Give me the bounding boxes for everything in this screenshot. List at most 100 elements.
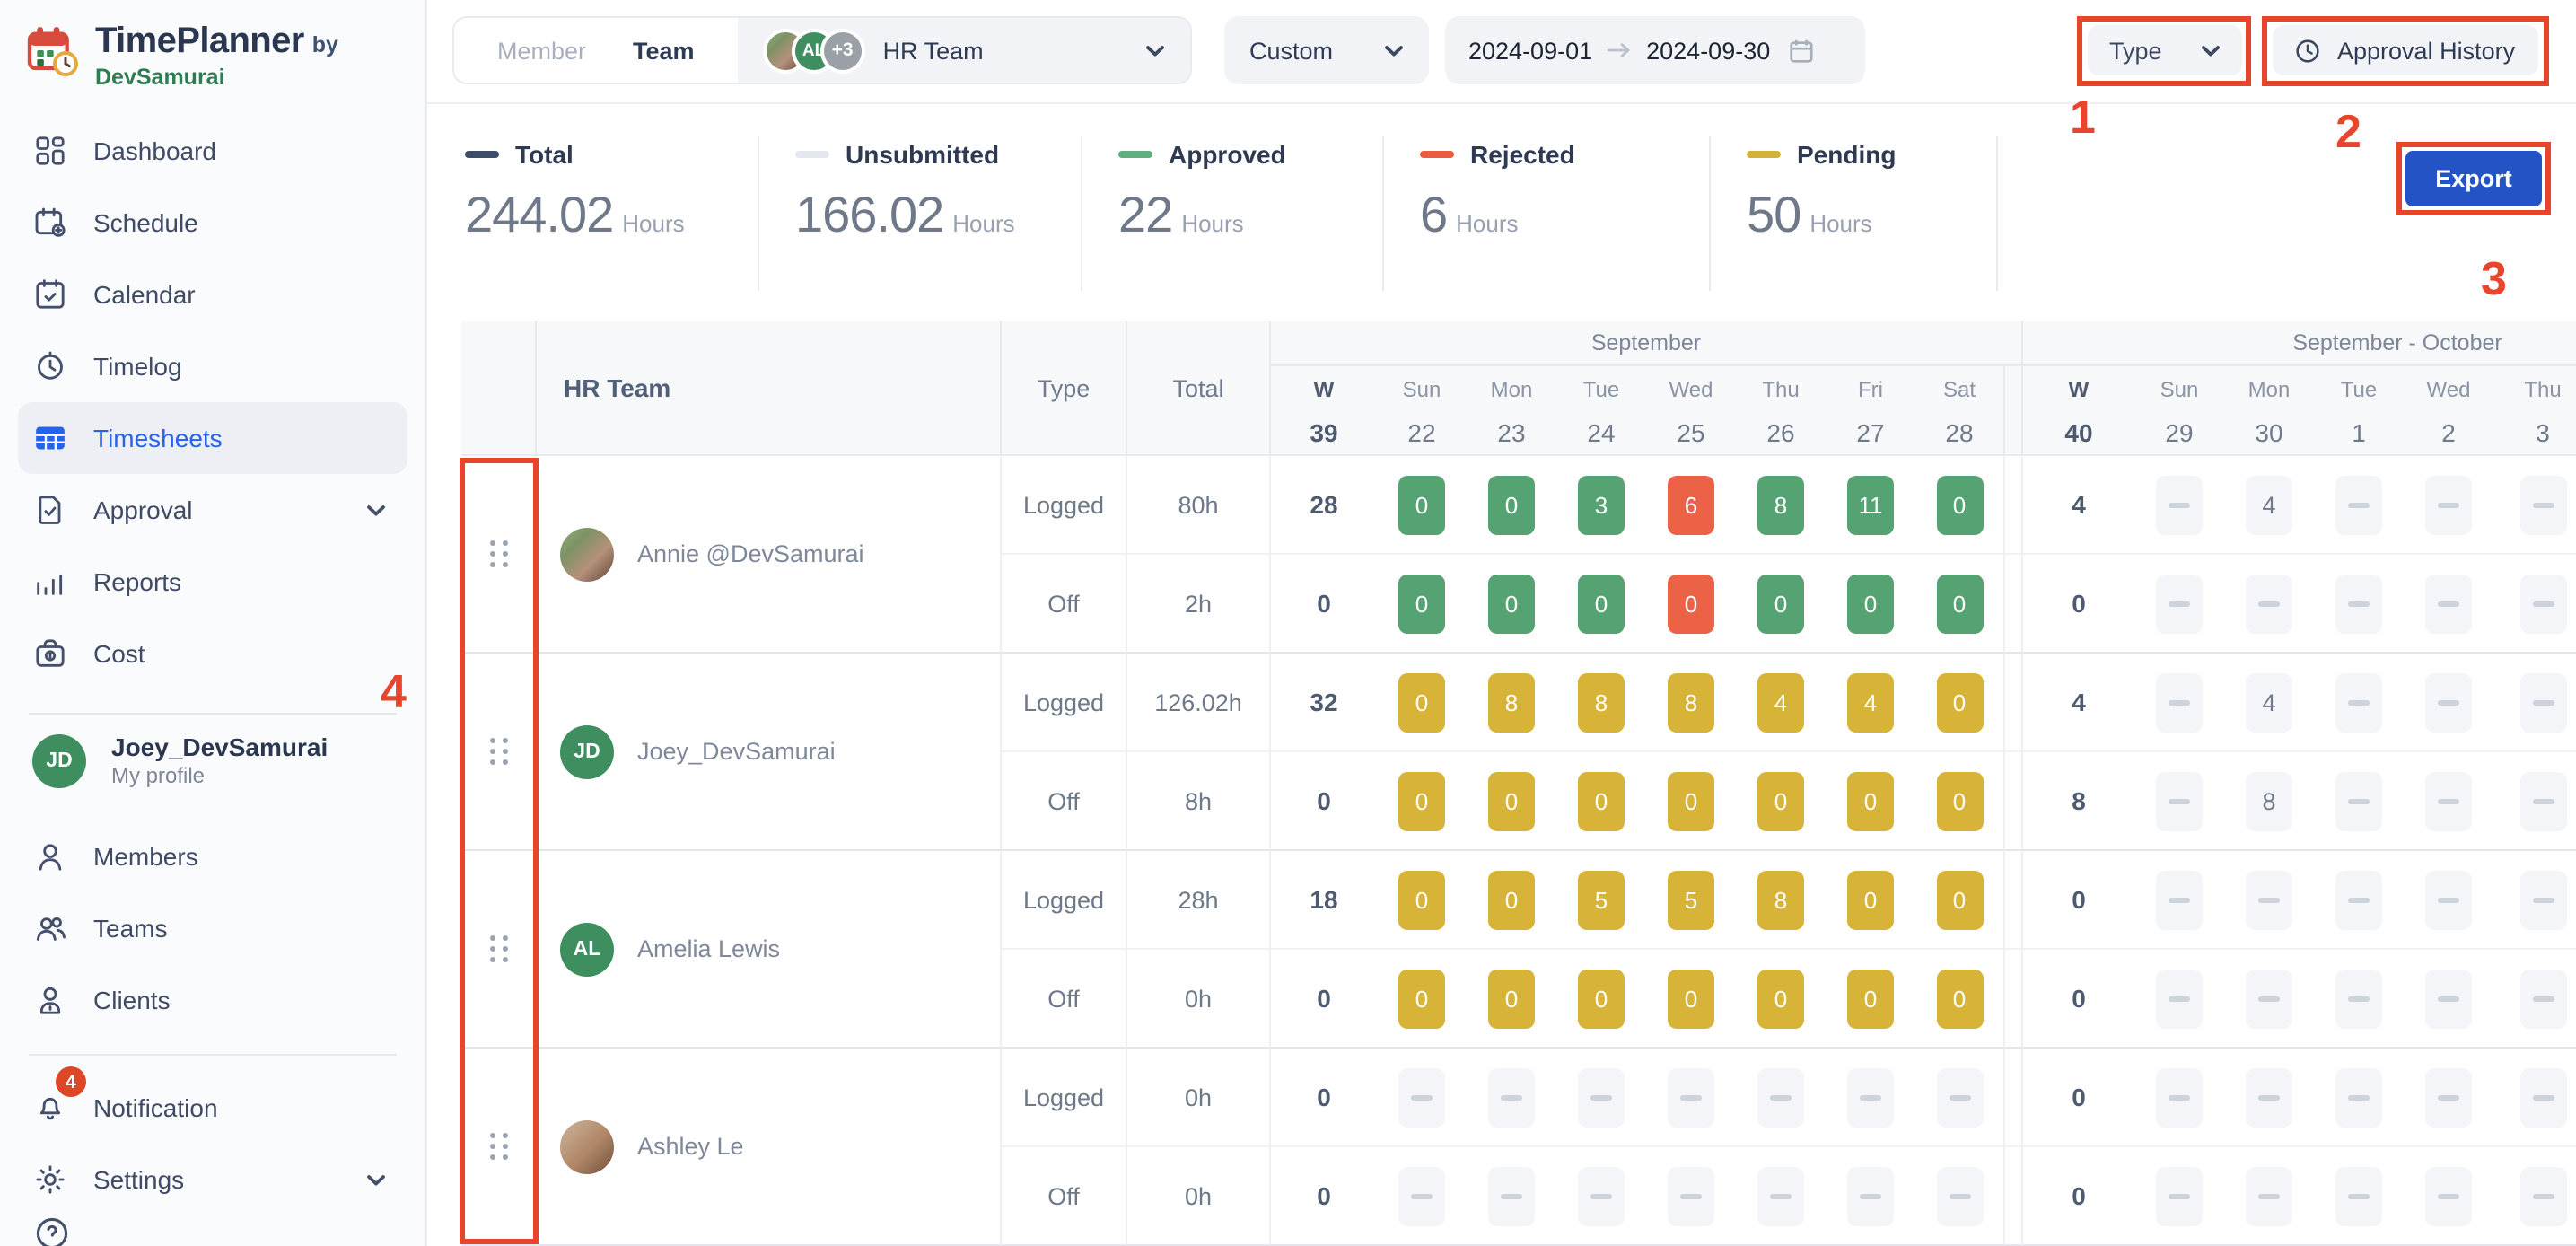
- sidebar-item-members[interactable]: Members: [18, 820, 407, 892]
- date-range-picker[interactable]: 2024-09-01 2024-09-30: [1445, 16, 1865, 84]
- hours-chip-empty[interactable]: [1936, 1067, 1983, 1127]
- hours-chip-pending[interactable]: 0: [1757, 969, 1804, 1028]
- hours-chip-pending[interactable]: 0: [1847, 870, 1894, 929]
- hours-chip-empty[interactable]: [2335, 475, 2382, 534]
- hours-chip-empty[interactable]: [2425, 475, 2472, 534]
- hours-chip-empty[interactable]: [2425, 574, 2472, 633]
- app-logo[interactable]: TimePlanner by DevSamurai: [25, 22, 425, 93]
- hours-chip-empty[interactable]: [1668, 1067, 1714, 1127]
- hours-chip-empty[interactable]: [2246, 969, 2292, 1028]
- hours-chip-empty[interactable]: [2246, 1166, 2292, 1225]
- hours-chip-empty[interactable]: [2425, 969, 2472, 1028]
- range-preset-select[interactable]: Custom: [1224, 16, 1429, 84]
- hours-chip-empty[interactable]: [2246, 574, 2292, 633]
- hours-chip-pending[interactable]: 5: [1668, 870, 1714, 929]
- drag-handle[interactable]: [489, 1133, 507, 1160]
- view-toggle-team[interactable]: Team: [633, 37, 695, 64]
- sidebar-item-calendar[interactable]: Calendar: [18, 259, 407, 330]
- hours-chip-empty[interactable]: [1757, 1166, 1804, 1225]
- hours-chip-empty[interactable]: [2335, 1166, 2382, 1225]
- hours-chip-pending[interactable]: 8: [1757, 870, 1804, 929]
- hours-chip-approved[interactable]: 0: [1398, 475, 1445, 534]
- hours-chip-empty[interactable]: [2519, 574, 2566, 633]
- hours-chip-empty[interactable]: [1847, 1067, 1894, 1127]
- hours-chip-empty[interactable]: [2519, 771, 2566, 830]
- hours-chip-approved[interactable]: 0: [1757, 574, 1804, 633]
- hours-chip-empty[interactable]: [1757, 1067, 1804, 1127]
- hours-chip-pending[interactable]: 0: [1488, 969, 1535, 1028]
- hours-chip-empty[interactable]: [2519, 672, 2566, 732]
- hours-chip-approved[interactable]: 0: [1398, 574, 1445, 633]
- hours-chip-pending[interactable]: 5: [1578, 870, 1625, 929]
- sidebar-item-notification[interactable]: 4Notification: [18, 1072, 407, 1144]
- hours-chip-pending[interactable]: 0: [1488, 870, 1535, 929]
- team-selector[interactable]: AL +3 HR Team: [738, 18, 1190, 83]
- member-cell[interactable]: Ashley Le: [537, 1049, 1002, 1246]
- member-cell[interactable]: ALAmelia Lewis: [537, 851, 1002, 1049]
- hours-chip-empty[interactable]: [2156, 771, 2203, 830]
- hours-chip-pending[interactable]: 8: [1578, 672, 1625, 732]
- hours-chip-empty[interactable]: [1488, 1067, 1535, 1127]
- hours-chip-approved[interactable]: 11: [1847, 475, 1894, 534]
- sidebar-item-timesheets[interactable]: Timesheets: [18, 402, 407, 474]
- hours-chip-empty[interactable]: [1936, 1166, 1983, 1225]
- sidebar-item-reports[interactable]: Reports: [18, 546, 407, 618]
- hours-chip-pending[interactable]: 0: [1936, 771, 1983, 830]
- hours-chip-pending[interactable]: 0: [1936, 969, 1983, 1028]
- hours-chip-empty[interactable]: [2335, 969, 2382, 1028]
- hours-chip-empty[interactable]: [2425, 870, 2472, 929]
- date-start[interactable]: 2024-09-01: [1468, 37, 1592, 64]
- hours-chip-approved[interactable]: 3: [1578, 475, 1625, 534]
- hours-chip-pending[interactable]: 0: [1668, 969, 1714, 1028]
- hours-chip-approved[interactable]: 0: [1847, 574, 1894, 633]
- hours-chip-empty[interactable]: [1488, 1166, 1535, 1225]
- hours-chip-empty[interactable]: [1398, 1166, 1445, 1225]
- hours-chip-approved[interactable]: 0: [1488, 574, 1535, 633]
- hours-chip-rejected[interactable]: 0: [1668, 574, 1714, 633]
- hours-chip-empty[interactable]: [2156, 1067, 2203, 1127]
- hours-chip-pending[interactable]: 0: [1757, 771, 1804, 830]
- hours-chip-approved[interactable]: 0: [1488, 475, 1535, 534]
- hours-chip-empty[interactable]: [2519, 969, 2566, 1028]
- hours-chip-number[interactable]: 8: [2246, 771, 2292, 830]
- hours-chip-pending[interactable]: 0: [1936, 870, 1983, 929]
- export-button[interactable]: Export: [2405, 151, 2542, 206]
- sidebar-item-dashboard[interactable]: Dashboard: [18, 115, 407, 187]
- hours-chip-pending[interactable]: 0: [1398, 870, 1445, 929]
- hours-chip-empty[interactable]: [2246, 870, 2292, 929]
- view-toggle-member[interactable]: Member: [497, 37, 586, 64]
- hours-chip-pending[interactable]: 4: [1847, 672, 1894, 732]
- sidebar-item-teams[interactable]: Teams: [18, 892, 407, 964]
- hours-chip-empty[interactable]: [2519, 1067, 2566, 1127]
- hours-chip-empty[interactable]: [2425, 1166, 2472, 1225]
- hours-chip-pending[interactable]: 0: [1488, 771, 1535, 830]
- hours-chip-empty[interactable]: [1398, 1067, 1445, 1127]
- drag-handle[interactable]: [489, 738, 507, 765]
- hours-chip-empty[interactable]: [2425, 672, 2472, 732]
- drag-handle[interactable]: [489, 935, 507, 962]
- hours-chip-approved[interactable]: 0: [1936, 475, 1983, 534]
- hours-chip-pending[interactable]: 0: [1398, 771, 1445, 830]
- hours-chip-empty[interactable]: [2156, 672, 2203, 732]
- hours-chip-pending[interactable]: 0: [1936, 672, 1983, 732]
- member-cell[interactable]: Annie @DevSamurai: [537, 456, 1002, 654]
- hours-chip-empty[interactable]: [2156, 870, 2203, 929]
- hours-chip-empty[interactable]: [2335, 574, 2382, 633]
- hours-chip-empty[interactable]: [1668, 1166, 1714, 1225]
- hours-chip-empty[interactable]: [2425, 771, 2472, 830]
- hours-chip-pending[interactable]: 4: [1757, 672, 1804, 732]
- hours-chip-empty[interactable]: [1578, 1166, 1625, 1225]
- hours-chip-empty[interactable]: [1578, 1067, 1625, 1127]
- sidebar-item-settings[interactable]: Settings: [18, 1144, 407, 1215]
- hours-chip-pending[interactable]: 0: [1668, 771, 1714, 830]
- approval-history-button[interactable]: Approval History: [2273, 25, 2538, 75]
- hours-chip-empty[interactable]: [2246, 1067, 2292, 1127]
- sidebar-item-timelog[interactable]: Timelog: [18, 330, 407, 402]
- sidebar-item-clients[interactable]: Clients: [18, 964, 407, 1036]
- hours-chip-approved[interactable]: 0: [1936, 574, 1983, 633]
- hours-chip-empty[interactable]: [2519, 870, 2566, 929]
- hours-chip-approved[interactable]: 8: [1757, 475, 1804, 534]
- date-end[interactable]: 2024-09-30: [1646, 37, 1770, 64]
- hours-chip-pending[interactable]: 0: [1847, 771, 1894, 830]
- hours-chip-empty[interactable]: [2335, 870, 2382, 929]
